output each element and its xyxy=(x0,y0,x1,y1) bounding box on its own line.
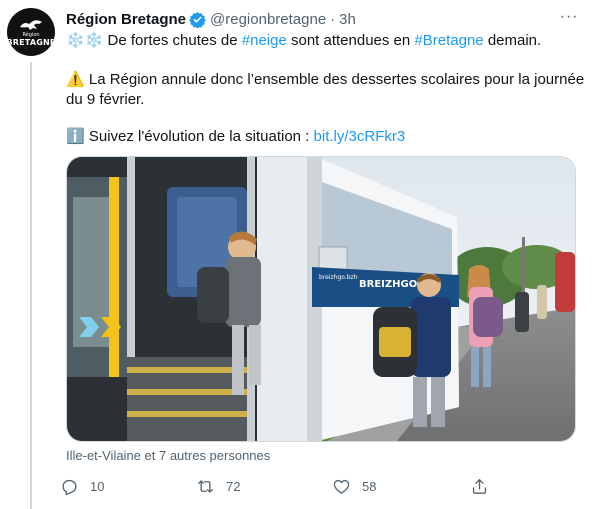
line3-text: Suivez l'évolution de la situation : xyxy=(84,128,314,145)
thread-line xyxy=(30,62,32,509)
action-bar: 10 72 58 xyxy=(60,474,500,498)
avatar-text-big: BRETAGNE xyxy=(7,37,55,47)
retweet-count: 72 xyxy=(226,478,241,494)
snowflake-emoji: ❄️❄️ xyxy=(66,32,104,49)
tweet-line-2: ⚠️ La Région annule donc l’ensemble des … xyxy=(66,70,586,110)
tweet-header: Région Bretagne @regionbretagne · 3h xyxy=(66,8,356,30)
hashtag-bretagne[interactable]: #Bretagne xyxy=(414,32,483,49)
more-options-button[interactable]: ··· xyxy=(556,8,582,30)
share-icon xyxy=(472,478,487,494)
line1-prefix: De fortes chutes de xyxy=(103,32,242,49)
reply-count: 10 xyxy=(90,478,105,494)
tweet-photo[interactable]: BREIZHGO breizhgo.bzh xyxy=(66,156,576,442)
separator: · xyxy=(330,10,336,28)
line1-middle: sont attendues en xyxy=(286,32,415,49)
bus-label: BREIZHGO xyxy=(359,279,417,290)
heart-icon xyxy=(333,479,350,494)
short-link[interactable]: bit.ly/3cRFkr3 xyxy=(314,128,406,145)
warning-emoji: ⚠️ xyxy=(66,71,85,88)
reply-icon xyxy=(62,479,77,495)
verified-badge-icon xyxy=(189,11,206,28)
retweet-button[interactable]: 72 xyxy=(196,474,240,498)
reply-button[interactable]: 10 xyxy=(60,474,104,498)
line1-suffix: demain. xyxy=(483,32,542,49)
retweet-icon xyxy=(198,479,213,493)
author-handle[interactable]: @regionbretagne xyxy=(210,11,326,28)
tweet-line-3: ℹ️ Suivez l'évolution de la situation : … xyxy=(66,127,586,147)
line2-text: La Région annule donc l’ensemble des des… xyxy=(66,71,585,108)
bus-sublabel: breizhgo.bzh xyxy=(319,274,358,281)
like-button[interactable]: 58 xyxy=(332,474,376,498)
timestamp[interactable]: 3h xyxy=(339,11,356,28)
info-emoji: ℹ️ xyxy=(66,128,85,145)
share-button[interactable] xyxy=(470,474,500,498)
author-name[interactable]: Région Bretagne xyxy=(66,11,186,28)
tagged-people[interactable]: Ille-et-Vilaine et 7 autres personnes xyxy=(66,448,270,463)
tweet-line-1: ❄️❄️ De fortes chutes de #neige sont att… xyxy=(66,31,586,51)
avatar[interactable]: Région BRETAGNE xyxy=(7,8,55,56)
ermine-logo-icon xyxy=(20,19,42,30)
like-count: 58 xyxy=(362,478,377,494)
bus-photo-illustration: BREIZHGO breizhgo.bzh xyxy=(67,157,575,441)
hashtag-neige[interactable]: #neige xyxy=(242,32,287,49)
